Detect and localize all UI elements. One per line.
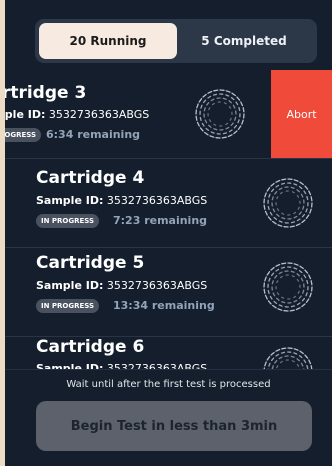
status-badge: IN PROGRESS xyxy=(5,128,42,142)
sample-id: Sample ID: 3532736363ABGS xyxy=(5,108,149,121)
wait-notice: Wait until after the first test is proce… xyxy=(66,379,271,390)
sample-id-value: 3532736363ABGS xyxy=(106,279,208,292)
sample-id-label: Sample ID: xyxy=(36,279,104,292)
sample-id: Sample ID: 3532736363ABGS xyxy=(36,279,207,292)
status-badge: IN PROGRESS xyxy=(36,214,100,228)
cartridge-progress-dial-icon xyxy=(193,87,247,141)
time-remaining: 6:34 remaining xyxy=(46,128,141,141)
begin-test-button[interactable]: Begin Test in less than 3min xyxy=(36,401,312,451)
cartridge-progress-dial-icon xyxy=(261,260,315,314)
app-screen: 20 Running 5 Completed Cartridge 3 Sampl… xyxy=(5,0,332,466)
cartridge-row[interactable]: Cartridge 6 Sample ID: 3532736363ABGS xyxy=(5,337,332,370)
abort-button[interactable]: Abort xyxy=(271,70,332,159)
sample-id: Sample ID: 3532736363ABGS xyxy=(36,194,207,207)
time-remaining: 7:23 remaining xyxy=(113,214,208,227)
cartridge-title: Cartridge 6 xyxy=(36,337,145,357)
sample-id-label: Sample ID: xyxy=(5,108,46,121)
cartridge-row[interactable]: Cartridge 5 Sample ID: 3532736363ABGS IN… xyxy=(5,248,332,337)
cartridge-title: Cartridge 4 xyxy=(36,168,145,188)
cartridge-title: Cartridge 5 xyxy=(36,253,145,273)
footer-panel: Wait until after the first test is proce… xyxy=(5,369,332,466)
cartridge-progress-dial-icon xyxy=(261,176,315,230)
time-remaining: 13:34 remaining xyxy=(113,299,215,312)
tab-running[interactable]: 20 Running xyxy=(39,23,177,59)
sample-id-label: Sample ID: xyxy=(36,194,104,207)
cartridge-progress-dial-icon xyxy=(261,345,315,370)
sample-id-value: 3532736363ABGS xyxy=(48,108,150,121)
cartridge-row[interactable]: Cartridge 3 Sample ID: 3532736363ABGS IN… xyxy=(5,70,332,159)
status-segmented-control: 20 Running 5 Completed xyxy=(35,19,317,63)
tab-completed[interactable]: 5 Completed xyxy=(175,23,313,59)
cartridge-title: Cartridge 3 xyxy=(5,83,87,103)
status-badge: IN PROGRESS xyxy=(36,299,100,313)
cartridge-row[interactable]: Cartridge 4 Sample ID: 3532736363ABGS IN… xyxy=(5,159,332,248)
cartridge-list: Cartridge 3 Sample ID: 3532736363ABGS IN… xyxy=(5,70,332,370)
sample-id-value: 3532736363ABGS xyxy=(106,194,208,207)
